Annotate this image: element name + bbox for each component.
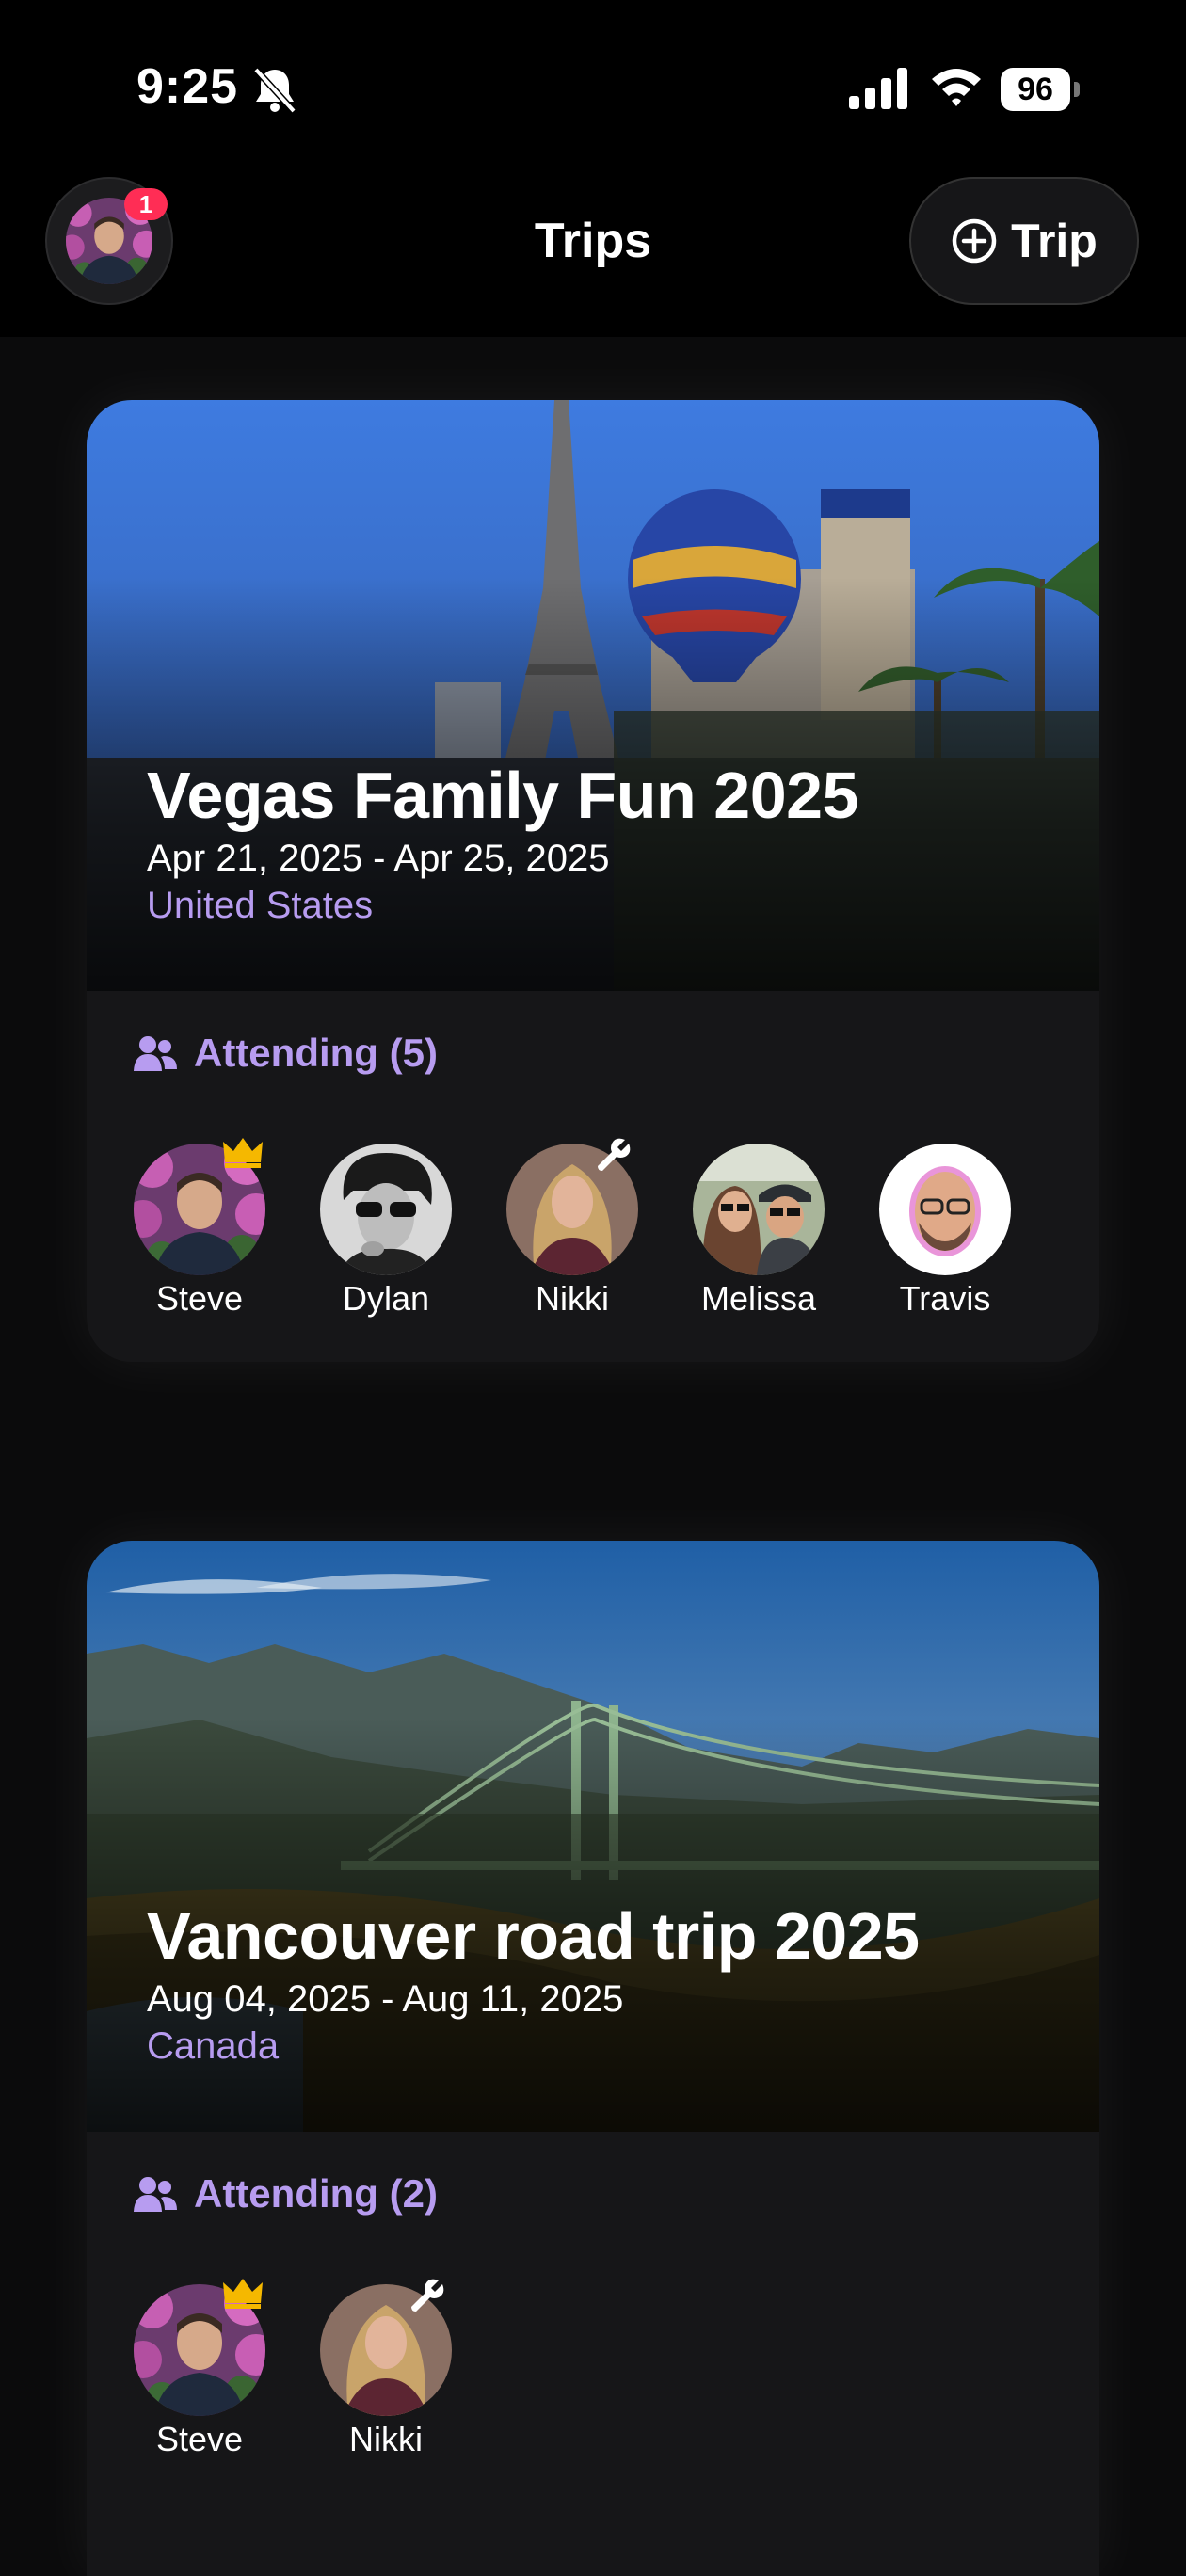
crown-icon (223, 2279, 263, 2309)
avatar (320, 1144, 452, 1275)
wifi-icon (932, 69, 981, 106)
wrench-icon (411, 2279, 444, 2312)
trip-title: Vegas Family Fun 2025 (147, 759, 858, 832)
attendee[interactable]: Dylan (320, 1144, 452, 1319)
trip-country: Canada (147, 2025, 280, 2067)
attendee-name: Melissa (700, 1279, 817, 1318)
trip-title: Vancouver road trip 2025 (147, 1899, 920, 1973)
avatar (879, 1144, 1011, 1275)
bell-slash-icon (253, 67, 296, 114)
trip-country: United States (147, 885, 374, 926)
status-time: 9:25 (136, 59, 239, 114)
attendee-name: Travis (899, 1279, 991, 1318)
attendee-list: Steve Nikki (134, 2279, 452, 2459)
attendee[interactable]: Nikki (506, 1138, 638, 1319)
add-trip-label: Trip (1011, 215, 1098, 267)
attending-label: Attending (5) (194, 1031, 438, 1075)
trip-cover-image: Vancouver road trip 2025 Aug 04, 2025 - … (87, 1541, 1099, 2132)
people-icon (134, 1036, 177, 1071)
attending-header: Attending (5) (134, 1031, 438, 1076)
attendee[interactable]: Travis (879, 1144, 1011, 1319)
attendee[interactable]: Melissa (693, 1144, 825, 1319)
attendee-name: Dylan (342, 1279, 430, 1318)
people-icon (134, 2177, 177, 2212)
trip-cover-image: Vegas Family Fun 2025 Apr 21, 2025 - Apr… (87, 400, 1099, 991)
attendee-name: Nikki (536, 1279, 609, 1318)
attendee-name: Steve (155, 2420, 244, 2458)
avatar (693, 1144, 825, 1275)
attendee-name: Steve (155, 1279, 244, 1318)
crown-icon (223, 1138, 263, 1168)
trip-card[interactable]: Vancouver road trip 2025 Aug 04, 2025 - … (87, 1541, 1099, 2576)
trip-dates: Aug 04, 2025 - Aug 11, 2025 (147, 1978, 624, 2020)
trip-dates: Apr 21, 2025 - Apr 25, 2025 (147, 838, 610, 879)
attendee[interactable]: Nikki (320, 2279, 452, 2459)
wrench-icon (598, 1138, 631, 1171)
attendee[interactable]: Steve (134, 1138, 265, 1319)
plus-circle-icon (952, 218, 997, 264)
attendee[interactable]: Steve (134, 2279, 265, 2459)
battery-level: 96 (1001, 68, 1070, 111)
signal-icon (849, 68, 907, 109)
attendee-list: Steve Dylan Nikki Melissa Travis (134, 1138, 1011, 1319)
trip-card[interactable]: Vegas Family Fun 2025 Apr 21, 2025 - Apr… (87, 400, 1099, 1362)
attending-header: Attending (2) (134, 2171, 438, 2216)
status-bar: 9:25 96 (0, 0, 1186, 169)
nav-bar: 1 Trips Trip (0, 169, 1186, 337)
battery-icon: 96 (1001, 68, 1080, 111)
attending-label: Attending (2) (194, 2171, 438, 2216)
add-trip-button[interactable]: Trip (909, 177, 1139, 305)
attendee-name: Nikki (349, 2420, 423, 2458)
